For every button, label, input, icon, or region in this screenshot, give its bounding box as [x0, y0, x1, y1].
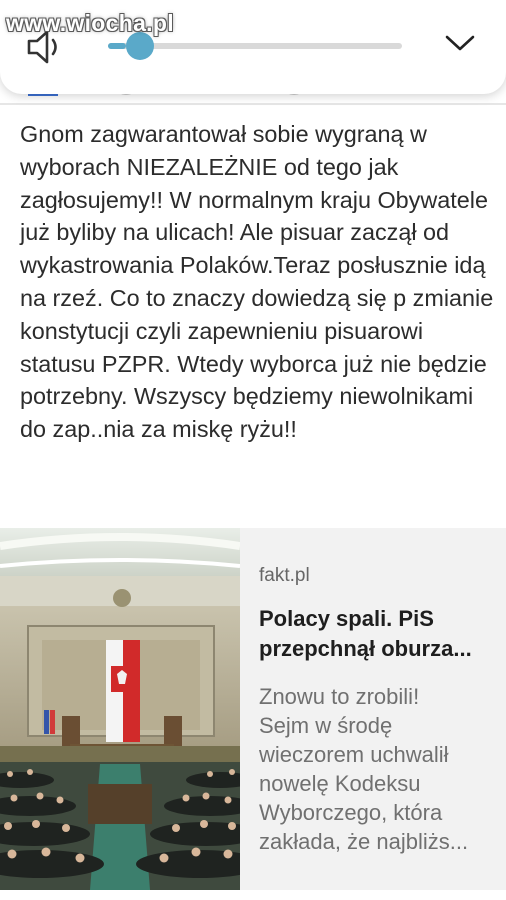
divider [0, 103, 506, 105]
card-title-line: przepchnął oburza... [259, 636, 472, 661]
card-description-line: Wyborczego, która [259, 800, 443, 825]
sejm-photo [0, 528, 240, 890]
card-description-line: nowelę Kodeksu [259, 771, 421, 796]
post-text: Gnom zagwarantował sobie wygraną w wybor… [20, 121, 494, 443]
card-title[interactable]: Polacy spali. PiS przepchnął oburza... [259, 604, 499, 664]
card-title-line: Polacy spali. PiS [259, 606, 434, 631]
volume-slider-fill [108, 43, 126, 49]
card-description-line: Sejm w środę [259, 713, 393, 738]
card-source: fakt.pl [259, 565, 310, 586]
card-description-line: Znowu to zrobili! [259, 684, 420, 709]
card-description-line: zakłada, że najbliżs... [259, 829, 469, 854]
link-preview-card[interactable]: fakt.pl Polacy spali. PiS przepchnął obu… [0, 528, 506, 890]
chevron-down-icon[interactable] [444, 31, 476, 55]
card-description: Znowu to zrobili! Sejm w środę wieczorem… [259, 682, 499, 856]
card-description-line: wieczorem uchwalił [259, 742, 449, 767]
watermark: www.wiocha.pl [6, 10, 174, 36]
